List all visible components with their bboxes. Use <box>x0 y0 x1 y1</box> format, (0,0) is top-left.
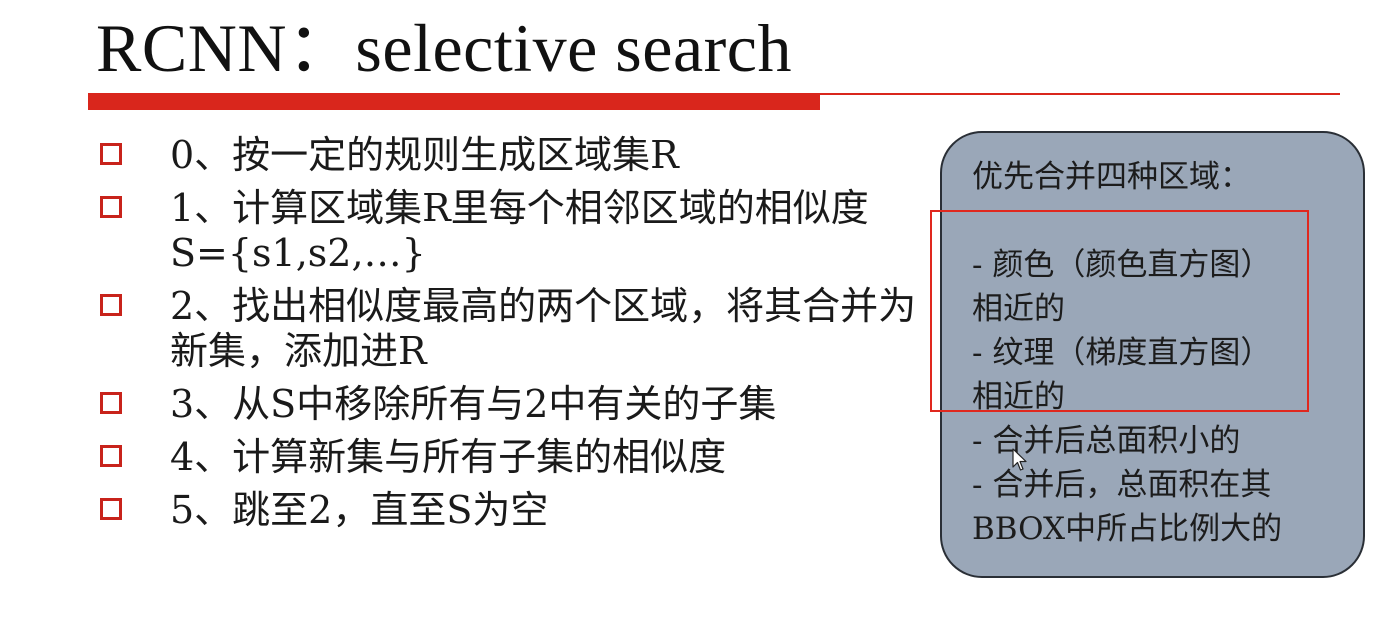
step-text: 5、跳至2，直至S为空 <box>170 488 549 532</box>
callout-line: BBOX中所占比例大的 <box>972 511 1283 547</box>
step-text: 3、从S中移除所有与2中有关的子集 <box>170 382 777 426</box>
square-bullet-icon <box>100 196 122 218</box>
mouse-pointer-icon <box>1012 448 1027 471</box>
title-underline-thick <box>88 93 820 110</box>
steps-list: 0、按一定的规则生成区域集R 1、计算区域集R里每个相邻区域的相似度S={s1,… <box>96 133 926 541</box>
square-bullet-icon <box>100 143 122 165</box>
square-bullet-icon <box>100 445 122 467</box>
square-bullet-icon <box>100 294 122 316</box>
step-text: 0、按一定的规则生成区域集R <box>170 133 679 177</box>
slide-title: RCNN：selective search <box>96 10 792 86</box>
list-item: 4、计算新集与所有子集的相似度 <box>96 435 926 480</box>
step-text: 4、计算新集与所有子集的相似度 <box>170 435 727 479</box>
title-underline-thin <box>820 93 1340 95</box>
square-bullet-icon <box>100 498 122 520</box>
list-item: 5、跳至2，直至S为空 <box>96 488 926 533</box>
step-text: 2、找出相似度最高的两个区域，将其合并为新集，添加进R <box>170 284 917 373</box>
list-item: 3、从S中移除所有与2中有关的子集 <box>96 382 926 427</box>
square-bullet-icon <box>100 392 122 414</box>
list-item: 2、找出相似度最高的两个区域，将其合并为新集，添加进R <box>96 284 926 374</box>
step-text: 1、计算区域集R里每个相邻区域的相似度S={s1,s2,…} <box>170 186 869 275</box>
list-item: 1、计算区域集R里每个相邻区域的相似度S={s1,s2,…} <box>96 186 926 276</box>
list-item: 0、按一定的规则生成区域集R <box>96 133 926 178</box>
callout-heading: 优先合并四种区域： <box>972 159 1251 195</box>
highlight-rectangle <box>930 210 1309 412</box>
